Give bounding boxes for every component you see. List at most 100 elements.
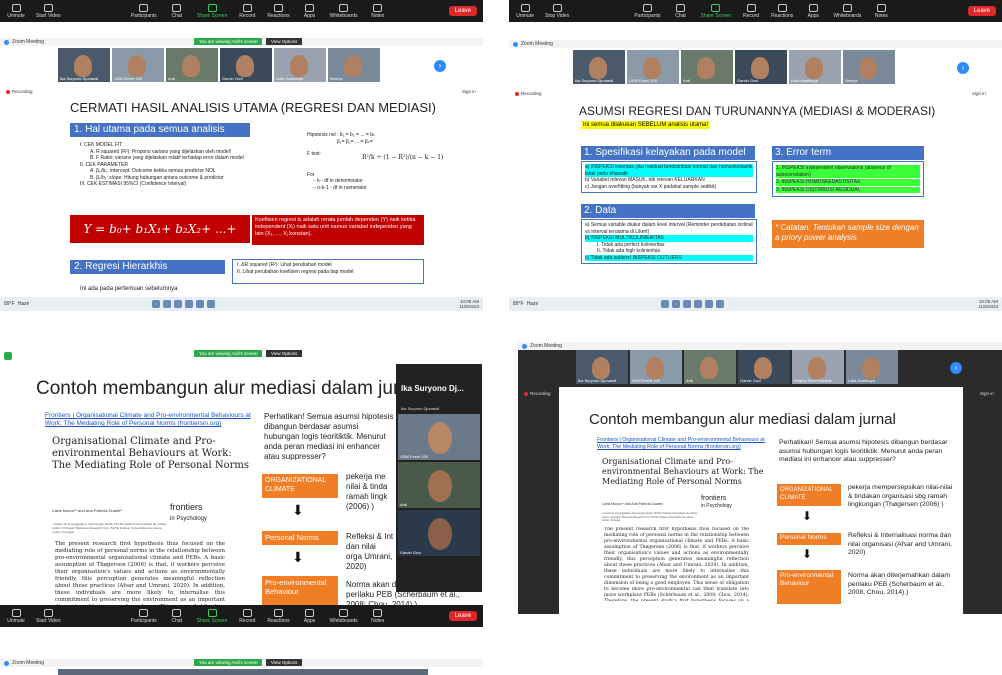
next-page-button[interactable]: › xyxy=(957,62,969,74)
text-climate: pekerja mempersepsikan nilai-nilai & tin… xyxy=(848,484,953,508)
journal-link[interactable]: Frontiers | Organisational Climate and P… xyxy=(45,412,260,428)
arrow-down-icon: ⬇ xyxy=(292,502,304,518)
sign-in-link[interactable]: Sign in xyxy=(980,391,994,396)
next-page-button[interactable]: › xyxy=(434,60,446,72)
chat-button[interactable]: Chat xyxy=(671,3,691,19)
share-screen-button[interactable]: Share Screen xyxy=(701,3,731,19)
box-organizational-climate: ORGANIZATIONAL CLIMATE xyxy=(777,484,841,506)
search-icon[interactable] xyxy=(672,300,681,308)
participant-tile[interactable]: Lidia Kasilanya xyxy=(789,50,841,84)
participant-tile[interactable]: Ika Suryono Djunaedi xyxy=(576,350,628,384)
view-options-button[interactable]: View Options xyxy=(266,350,303,357)
question-text: Perhatikan! Semua asumsi hipotesis diban… xyxy=(264,412,394,460)
slide-title: Contoh membangun alur mediasi dalam jurn… xyxy=(589,411,896,428)
app-icon[interactable] xyxy=(196,300,205,308)
app-icon[interactable] xyxy=(705,300,714,308)
participant-tile[interactable]: Nindya xyxy=(328,48,380,82)
browser-icon[interactable] xyxy=(683,300,692,308)
participant-tile[interactable]: USM Event 100 xyxy=(630,350,682,384)
participant-tile[interactable]: Ardi xyxy=(166,48,218,82)
reactions-button[interactable]: Reactions xyxy=(267,3,290,19)
notes-button[interactable]: Notes xyxy=(368,608,388,624)
participant-tile[interactable]: Nindya xyxy=(843,50,895,84)
folder-icon[interactable] xyxy=(694,300,703,308)
participant-tile[interactable]: Lidia Kasilanya xyxy=(846,350,898,384)
slide-regression: CERMATI HASIL ANALISIS UTAMA (REGRESI DA… xyxy=(52,86,452,296)
gallery-tile[interactable]: Garvin Govi xyxy=(398,510,480,556)
journal-link[interactable]: Frontiers | Organisational Climate and P… xyxy=(597,437,772,451)
leave-button[interactable]: Leave xyxy=(448,611,477,621)
participant-tile[interactable]: Ardi xyxy=(684,350,736,384)
notes-button[interactable]: Notes xyxy=(871,3,891,19)
participant-tile[interactable]: Regina Dewi Handali xyxy=(792,350,844,384)
app-icon[interactable] xyxy=(716,300,725,308)
security-shield-icon[interactable] xyxy=(4,352,12,360)
sample-size-note: * Catatan: Tentukan sample size dengan a… xyxy=(772,220,924,248)
record-button[interactable]: Record xyxy=(237,608,257,624)
notes-button[interactable]: Notes xyxy=(368,3,388,19)
participant-tile[interactable]: Garvin Govi xyxy=(738,350,790,384)
start-video-button[interactable]: Start Video xyxy=(36,3,61,19)
apps-button[interactable]: Apps xyxy=(803,3,823,19)
whiteboards-button[interactable]: Whiteboards xyxy=(330,608,358,624)
next-page-button[interactable]: › xyxy=(950,362,962,374)
floating-gallery[interactable]: Ika Suryono Dj... Ika Suryono Djunaedi U… xyxy=(396,364,482,592)
participants-button[interactable]: Participants xyxy=(131,608,157,624)
data-box: a) Semua variable diukur dalam level int… xyxy=(581,219,757,264)
view-options-button[interactable]: View Options xyxy=(266,659,303,666)
leave-button[interactable]: Leave xyxy=(448,6,477,16)
share-screen-button[interactable]: Share Screen xyxy=(197,608,227,624)
unmute-button[interactable]: Unmute xyxy=(6,608,26,624)
chat-button[interactable]: Chat xyxy=(167,3,187,19)
start-icon[interactable] xyxy=(152,300,161,308)
participant-tile[interactable]: USM Event 100 xyxy=(112,48,164,82)
unmute-button[interactable]: Unmute xyxy=(515,3,535,19)
paper-authors: Carla Mouro¹* and Ana Patrícia Duarte² xyxy=(52,508,122,513)
participants-button[interactable]: Participants xyxy=(634,3,661,19)
participant-tile[interactable]: Ika Suryono Djunaedi xyxy=(58,48,110,82)
unmute-button[interactable]: Unmute xyxy=(6,3,26,19)
gallery-tile[interactable]: Ardi xyxy=(398,462,480,508)
whiteboards-button[interactable]: Whiteboards xyxy=(330,3,358,19)
reactions-button[interactable]: Reactions xyxy=(267,608,290,624)
participant-video xyxy=(290,55,308,77)
gallery-tile[interactable]: USM Event 100 xyxy=(398,414,480,460)
share-icon xyxy=(207,608,217,617)
participant-video xyxy=(643,57,661,79)
start-icon[interactable] xyxy=(661,300,670,308)
start-video-button[interactable]: Start Video xyxy=(36,608,61,624)
participant-strip: Ika Suryono Djunaedi USM Event 100 Ardi … xyxy=(576,350,898,384)
recording-indicator: Recording xyxy=(524,391,551,396)
paper-authors: Carla Mouro¹* and Ana Patrícia Duarte² xyxy=(602,502,664,506)
record-button[interactable]: Record xyxy=(741,3,761,19)
apps-button[interactable]: Apps xyxy=(300,608,320,624)
participant-video xyxy=(428,518,452,550)
slide-footer: Ini ada pada pertemuan sebelumnya xyxy=(80,286,178,292)
app-icon[interactable] xyxy=(207,300,216,308)
participant-tile[interactable]: Garvin Govi xyxy=(735,50,787,84)
leave-button[interactable]: Leave xyxy=(967,6,996,16)
chat-button[interactable]: Chat xyxy=(167,608,187,624)
view-options-button[interactable]: View Options xyxy=(266,38,303,45)
participant-tile[interactable]: Lidia Kasilanya xyxy=(274,48,326,82)
zoom-panel-top-right: Unmute Stop Video Participants Chat Shar… xyxy=(509,0,1002,314)
folder-icon[interactable] xyxy=(185,300,194,308)
browser-icon[interactable] xyxy=(174,300,183,308)
participant-tile[interactable]: Ika Suryono Djunaedi xyxy=(573,50,625,84)
participant-tile[interactable]: Garvin Govi xyxy=(220,48,272,82)
record-button[interactable]: Record xyxy=(237,3,257,19)
zoom-logo-icon xyxy=(4,39,9,45)
weather-desc: Haze xyxy=(526,301,539,307)
participant-tile[interactable]: USM Event 100 xyxy=(627,50,679,84)
participant-tile[interactable]: Ardi xyxy=(681,50,733,84)
sign-in-link[interactable]: Sign in xyxy=(462,89,476,94)
search-icon[interactable] xyxy=(163,300,172,308)
share-screen-button[interactable]: Share Screen xyxy=(197,3,227,19)
sign-in-link[interactable]: Sign in xyxy=(972,91,986,96)
participant-video xyxy=(700,357,718,379)
stop-video-button[interactable]: Stop Video xyxy=(545,3,569,19)
apps-button[interactable]: Apps xyxy=(300,3,320,19)
participants-button[interactable]: Participants xyxy=(131,3,157,19)
reactions-button[interactable]: Reactions xyxy=(771,3,793,19)
whiteboards-button[interactable]: Whiteboards xyxy=(833,3,861,19)
